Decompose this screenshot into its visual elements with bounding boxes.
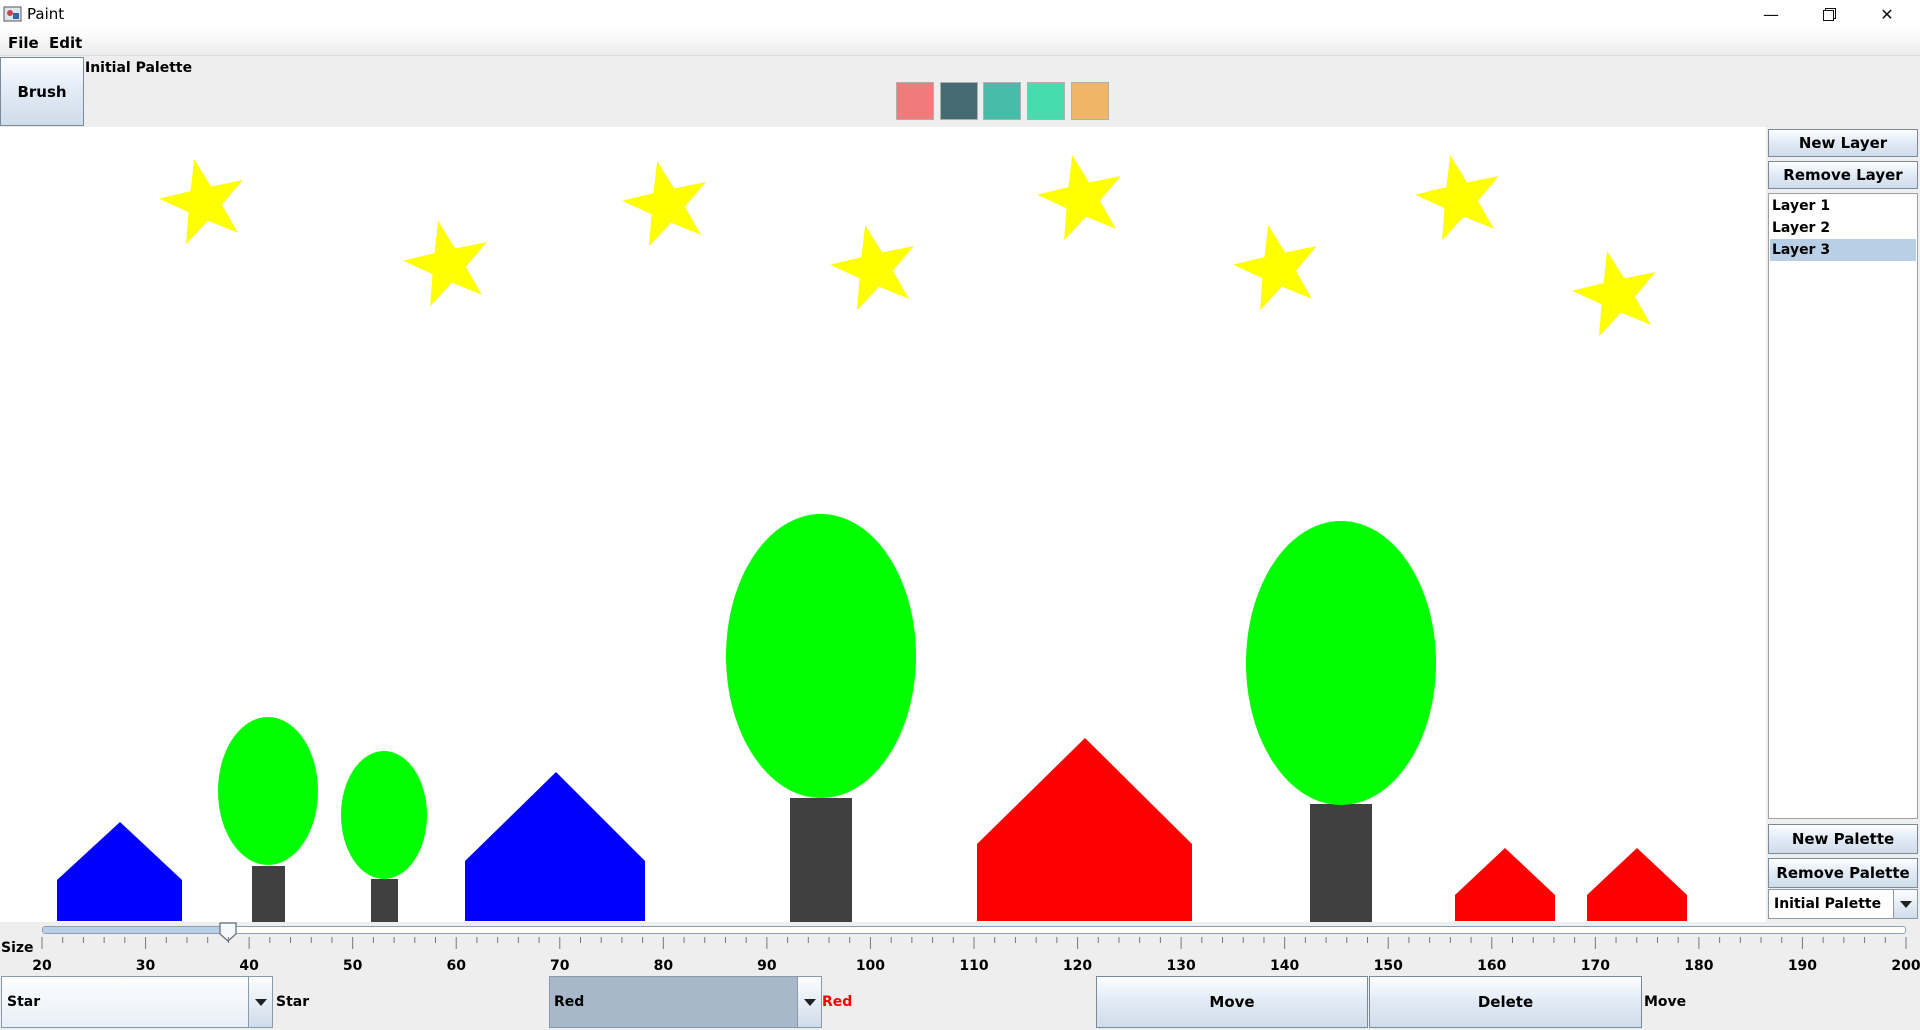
tick-label: 150 <box>1373 958 1403 974</box>
star-5 <box>1037 155 1121 241</box>
shape-dropdown-arrow[interactable] <box>248 977 272 1027</box>
chevron-down-icon <box>254 998 267 1006</box>
tree-trunk-2 <box>371 879 398 922</box>
tree-trunk-3 <box>790 798 852 922</box>
size-slider-track[interactable] <box>42 926 1906 934</box>
tree-trunk-1 <box>252 866 285 922</box>
minimize-icon: — <box>1763 5 1779 24</box>
tree-foliage-4 <box>1246 521 1436 805</box>
close-button[interactable]: ✕ <box>1858 0 1916 29</box>
tree-trunk-4 <box>1310 804 1372 922</box>
new-palette-button[interactable]: New Palette <box>1768 824 1918 854</box>
tick-label: 170 <box>1580 958 1610 974</box>
tick-label: 70 <box>550 958 570 974</box>
window-title: Paint <box>27 5 65 23</box>
move-button[interactable]: Move <box>1096 976 1368 1028</box>
shape-dropdown[interactable]: Star <box>1 976 273 1028</box>
menu-bar: File Edit <box>0 29 1920 56</box>
drawing-canvas[interactable] <box>0 127 1766 922</box>
size-slider-ticks <box>41 937 1907 949</box>
color-dropdown[interactable]: Red <box>549 976 822 1028</box>
current-color-label: Red <box>822 994 853 1010</box>
title-bar: Paint — ✕ <box>0 0 1920 29</box>
tick-label: 20 <box>32 958 52 974</box>
tick-label: 50 <box>342 958 363 974</box>
palette-dropdown-arrow[interactable] <box>1893 890 1917 918</box>
tick-label: 190 <box>1787 958 1818 974</box>
palette-swatch-5[interactable] <box>1071 82 1109 120</box>
palette-swatch-4[interactable] <box>1027 82 1065 120</box>
layer-item-2[interactable]: Layer 2 <box>1770 217 1916 239</box>
layer-item-3[interactable]: Layer 3 <box>1770 239 1916 261</box>
menu-file[interactable]: File <box>4 32 43 54</box>
palette-swatch-2[interactable] <box>940 82 978 120</box>
tree-foliage-1 <box>218 717 318 865</box>
house-red-2 <box>1455 848 1555 921</box>
tick-label: 140 <box>1270 958 1300 974</box>
tick-label: 60 <box>446 958 466 974</box>
star-4 <box>830 225 914 311</box>
house-red-1 <box>977 738 1192 921</box>
tick-label: 160 <box>1477 958 1507 974</box>
paint-app-icon <box>3 6 22 22</box>
tick-label: 130 <box>1166 958 1196 974</box>
close-icon: ✕ <box>1880 5 1894 24</box>
color-dropdown-value: Red <box>554 994 585 1010</box>
tick-label: 200 <box>1891 958 1920 974</box>
menu-edit[interactable]: Edit <box>45 32 86 54</box>
palette-dropdown-value: Initial Palette <box>1774 896 1882 912</box>
tick-label: 100 <box>855 958 886 974</box>
current-shape-label: Star <box>276 994 310 1010</box>
tick-label: 80 <box>653 958 674 974</box>
tick-label: 180 <box>1684 958 1714 974</box>
color-dropdown-arrow[interactable] <box>797 977 821 1027</box>
scene-shapes <box>57 514 1687 922</box>
delete-button[interactable]: Delete <box>1369 976 1642 1028</box>
star-7 <box>1415 155 1499 241</box>
house-blue-2 <box>465 772 645 921</box>
tree-foliage-3 <box>726 514 916 798</box>
house-blue-1 <box>57 822 182 921</box>
star-1 <box>159 159 243 245</box>
stars-group <box>159 155 1656 337</box>
tick-label: 120 <box>1062 958 1093 974</box>
minimize-button[interactable]: — <box>1742 0 1800 29</box>
tick-label: 90 <box>757 958 777 974</box>
star-3 <box>622 161 706 247</box>
current-mode-label: Move <box>1644 994 1687 1010</box>
palette-name-label: Initial Palette <box>85 60 193 76</box>
star-8 <box>1572 251 1656 337</box>
house-red-3 <box>1587 848 1687 921</box>
shape-dropdown-value: Star <box>7 994 41 1010</box>
tick-label: 110 <box>959 958 989 974</box>
tree-foliage-2 <box>341 751 427 879</box>
chevron-down-icon <box>803 998 816 1006</box>
remove-layer-button[interactable]: Remove Layer <box>1768 161 1918 189</box>
canvas-drawing <box>57 155 1687 922</box>
layer-item-1[interactable]: Layer 1 <box>1770 195 1916 217</box>
star-6 <box>1233 225 1317 311</box>
palette-dropdown[interactable]: Initial Palette <box>1768 889 1918 919</box>
tick-label: 40 <box>239 958 259 974</box>
palette-swatch-3[interactable] <box>983 82 1021 120</box>
maximize-button[interactable] <box>1800 0 1858 29</box>
layer-list[interactable]: Layer 1 Layer 2 Layer 3 <box>1768 193 1918 819</box>
star-2 <box>403 221 487 307</box>
restore-icon <box>1822 8 1836 21</box>
tick-label: 30 <box>135 958 156 974</box>
chevron-down-icon <box>1899 900 1912 908</box>
palette-swatch-1[interactable] <box>896 82 934 120</box>
size-slider-fill <box>43 927 229 933</box>
remove-palette-button[interactable]: Remove Palette <box>1768 858 1918 888</box>
brush-button[interactable]: Brush <box>0 57 84 126</box>
new-layer-button[interactable]: New Layer <box>1768 129 1918 157</box>
